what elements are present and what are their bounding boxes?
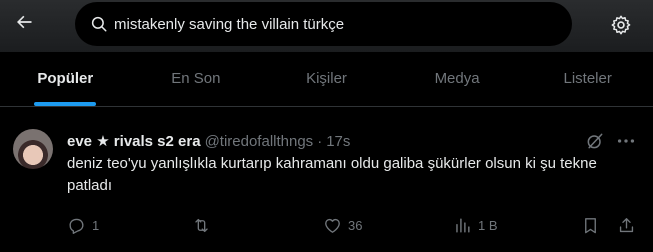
views-count: 1 B: [478, 217, 498, 233]
back-button[interactable]: [8, 6, 40, 38]
grok-button[interactable]: [585, 131, 605, 151]
more-horizontal-icon: [617, 139, 635, 143]
views-button[interactable]: 1 B: [453, 214, 498, 236]
search-icon: [90, 15, 108, 33]
arrow-left-icon: [17, 15, 32, 29]
tab-media[interactable]: Medya: [392, 52, 523, 106]
tweet[interactable]: eve ★ rivals s2 era @tiredofallthngs · 1…: [0, 107, 653, 252]
tab-label: Popüler: [37, 69, 94, 87]
tweet-text: deniz teo'yu yanlışlıkla kurtarıp kahram…: [67, 155, 597, 194]
reply-icon: [69, 218, 84, 234]
share-button[interactable]: [617, 214, 636, 236]
separator-dot: ·: [317, 132, 323, 150]
retweet-button[interactable]: [192, 214, 217, 236]
search-tabs: Popüler En Son Kişiler Medya Listeler: [0, 52, 653, 106]
search-header: [0, 0, 653, 52]
heart-icon: [325, 218, 340, 233]
grok-icon: [587, 133, 603, 149]
reply-count: 1: [92, 217, 100, 233]
tab-label: En Son: [171, 69, 221, 87]
views-icon: [456, 217, 470, 233]
tab-latest[interactable]: En Son: [131, 52, 262, 106]
like-button[interactable]: 36: [323, 214, 362, 236]
gear-icon: [611, 15, 631, 35]
search-results-page: Popüler En Son Kişiler Medya Listeler ev…: [0, 0, 653, 252]
avatar[interactable]: [13, 129, 53, 169]
search-input[interactable]: [114, 15, 572, 33]
tweet-actions: 1 36 1 B: [67, 214, 637, 236]
tab-label: Medya: [434, 69, 480, 87]
tab-label: Kişiler: [306, 69, 347, 87]
timestamp[interactable]: 17s: [326, 133, 350, 150]
like-count: 36: [348, 217, 363, 233]
more-options-button[interactable]: [615, 131, 637, 151]
bookmark-icon: [585, 217, 596, 233]
tab-popular[interactable]: Popüler: [0, 52, 131, 106]
user-handle[interactable]: @tiredofallthngs: [205, 133, 314, 150]
share-icon: [619, 217, 634, 232]
search-box[interactable]: [75, 2, 572, 46]
search-settings-button[interactable]: [606, 10, 636, 40]
bookmark-button[interactable]: [581, 214, 600, 236]
tab-people[interactable]: Kişiler: [261, 52, 392, 106]
tweet-header: eve ★ rivals s2 era @tiredofallthngs · 1…: [67, 131, 350, 151]
display-name[interactable]: eve ★ rivals s2 era: [67, 132, 201, 150]
tab-label: Listeler: [563, 69, 612, 87]
tab-lists[interactable]: Listeler: [522, 52, 653, 106]
retweet-icon: [195, 218, 208, 232]
reply-button[interactable]: 1: [67, 214, 99, 236]
